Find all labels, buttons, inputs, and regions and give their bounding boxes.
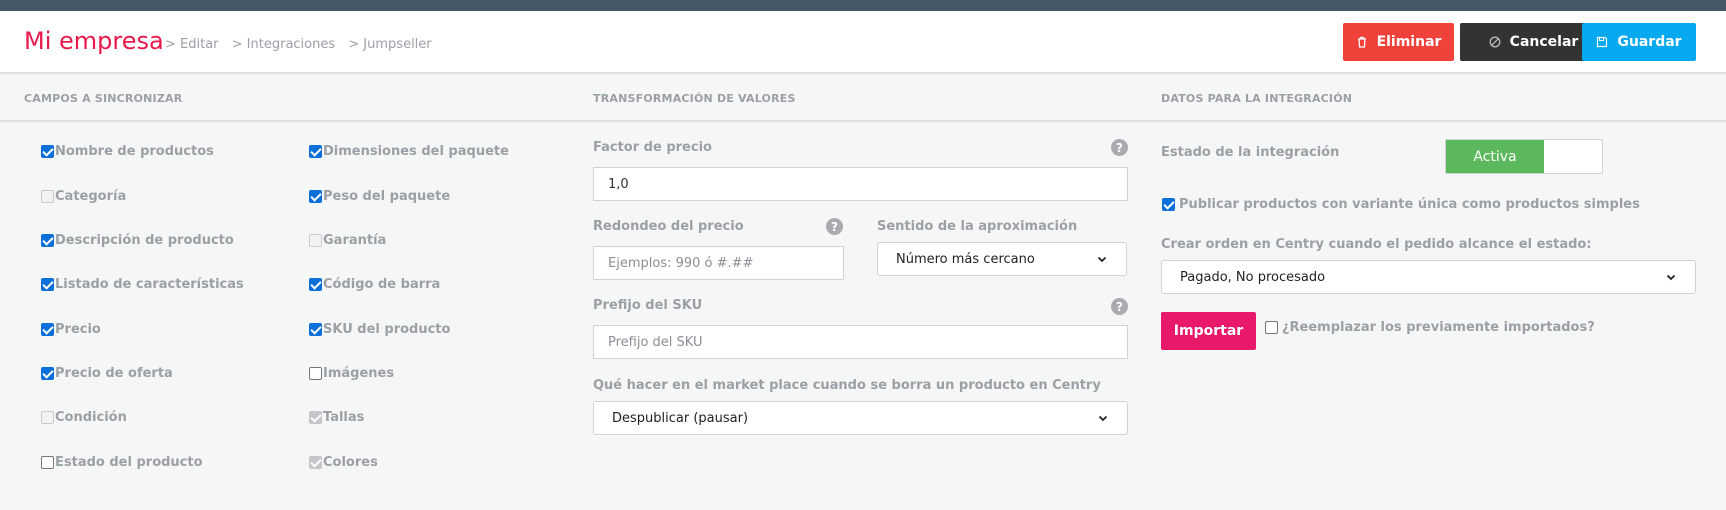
top-strip: [0, 0, 1726, 11]
field-checkbox[interactable]: SKU del producto: [309, 322, 450, 337]
checkbox[interactable]: [41, 234, 54, 247]
field-checkbox[interactable]: Descripción de producto: [41, 233, 234, 248]
field-checkbox[interactable]: Estado del producto: [41, 455, 203, 470]
breadcrumb: > Editar > Integraciones > Jumpseller: [165, 37, 441, 52]
delete-button-label: Eliminar: [1376, 34, 1442, 50]
order-state-select[interactable]: Pagado, No procesado: [1161, 260, 1696, 294]
checkbox[interactable]: [1265, 321, 1278, 334]
price-factor-label: Factor de precio: [593, 140, 712, 155]
transform-section-title: TRANSFORMACIÓN DE VALORES: [593, 92, 796, 105]
checkbox: [309, 411, 322, 424]
integration-status-label: Estado de la integración: [1161, 145, 1340, 160]
price-factor-input[interactable]: 1,0: [593, 167, 1128, 201]
field-checkbox[interactable]: Código de barra: [309, 277, 440, 292]
delete-action-value: Despublicar (pausar): [612, 410, 749, 426]
delete-button[interactable]: Eliminar: [1343, 23, 1454, 61]
chevron-down-icon: [1097, 256, 1107, 263]
field-checkbox[interactable]: Precio: [41, 322, 101, 337]
field-checkbox: Tallas: [309, 410, 364, 425]
checkbox[interactable]: [41, 323, 54, 336]
floppy-disk-icon: [1597, 36, 1608, 48]
approx-direction-value: Número más cercano: [896, 251, 1035, 267]
save-button-label: Guardar: [1617, 34, 1682, 50]
checkbox[interactable]: [309, 367, 322, 380]
cancel-button-label: Cancelar: [1509, 34, 1579, 50]
trash-icon: [1357, 36, 1366, 48]
field-checkbox[interactable]: Listado de características: [41, 277, 244, 292]
field-checkbox[interactable]: Imágenes: [309, 366, 394, 381]
breadcrumb-jumpseller[interactable]: > Jumpseller: [348, 37, 431, 52]
order-state-label: Crear orden en Centry cuando el pedido a…: [1161, 237, 1592, 252]
toggle-on-state: Activa: [1446, 140, 1544, 173]
help-icon[interactable]: ?: [1111, 139, 1128, 156]
save-button[interactable]: Guardar: [1582, 23, 1696, 61]
publish-single-variant-checkbox[interactable]: Publicar productos con variante única co…: [1162, 197, 1640, 212]
chevron-down-icon: [1666, 274, 1676, 281]
checkbox[interactable]: [1162, 198, 1175, 211]
checkbox: [41, 411, 54, 424]
delete-action-label: Qué hacer en el market place cuando se b…: [593, 378, 1101, 393]
field-checkbox: Categoría: [41, 189, 126, 204]
field-checkbox: Colores: [309, 455, 378, 470]
rounding-label: Redondeo del precio: [593, 219, 744, 234]
import-button[interactable]: Importar: [1161, 312, 1256, 350]
field-checkbox: Garantía: [309, 233, 386, 248]
checkbox: [309, 234, 322, 247]
rounding-input[interactable]: Ejemplos: 990 ó #.##: [593, 246, 844, 280]
help-icon[interactable]: ?: [1111, 298, 1128, 315]
page-header: Mi empresa > Editar > Integraciones > Ju…: [0, 11, 1726, 74]
help-icon[interactable]: ?: [826, 218, 843, 235]
checkbox[interactable]: [41, 367, 54, 380]
checkbox[interactable]: [309, 145, 322, 158]
breadcrumb-editar[interactable]: > Editar: [165, 37, 219, 52]
checkbox[interactable]: [41, 278, 54, 291]
integration-section-title: DATOS PARA LA INTEGRACIÓN: [1161, 92, 1353, 105]
checkbox[interactable]: [309, 190, 322, 203]
ban-icon: [1489, 36, 1501, 48]
order-state-value: Pagado, No procesado: [1180, 269, 1326, 285]
approx-direction-select[interactable]: Número más cercano: [877, 242, 1127, 276]
checkbox[interactable]: [41, 145, 54, 158]
field-checkbox: Condición: [41, 410, 127, 425]
delete-action-select[interactable]: Despublicar (pausar): [593, 401, 1128, 435]
field-checkbox[interactable]: Nombre de productos: [41, 144, 214, 159]
fields-section-title: CAMPOS A SINCRONIZAR: [24, 92, 183, 105]
checkbox: [41, 190, 54, 203]
sku-prefix-input[interactable]: Prefijo del SKU: [593, 325, 1128, 359]
field-checkbox[interactable]: Dimensiones del paquete: [309, 144, 509, 159]
checkbox[interactable]: [309, 323, 322, 336]
replace-imported-checkbox[interactable]: ¿Reemplazar los previamente importados?: [1265, 320, 1595, 335]
breadcrumb-integraciones[interactable]: > Integraciones: [232, 37, 335, 52]
chevron-down-icon: [1098, 415, 1108, 422]
section-header-bar: CAMPOS A SINCRONIZAR TRANSFORMACIÓN DE V…: [0, 74, 1726, 122]
approx-direction-label: Sentido de la aproximación: [877, 219, 1078, 234]
sku-prefix-label: Prefijo del SKU: [593, 298, 703, 313]
page-title: Mi empresa: [24, 27, 164, 55]
checkbox: [309, 456, 322, 469]
field-checkbox[interactable]: Precio de oferta: [41, 366, 173, 381]
integration-status-toggle[interactable]: Activa: [1445, 139, 1603, 174]
checkbox[interactable]: [41, 456, 54, 469]
checkbox[interactable]: [309, 278, 322, 291]
field-checkbox[interactable]: Peso del paquete: [309, 189, 450, 204]
